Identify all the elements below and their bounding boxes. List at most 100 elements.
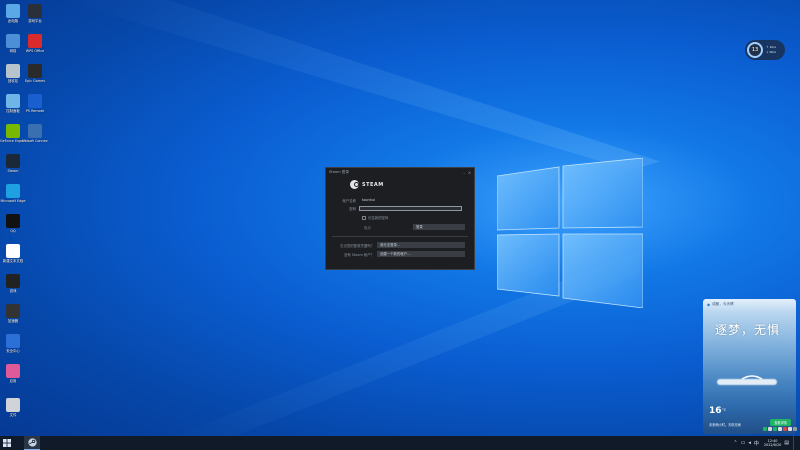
desktop-icon-label: 加速器 [7,319,19,323]
notification-icon[interactable]: ▤ [784,440,789,446]
desktop-icon-label: 游戏 [9,289,17,293]
light-beam-upper [60,0,660,170]
desktop-icon[interactable]: 文件 [0,398,26,417]
desktop-icon-label: 安全中心 [6,349,20,353]
app-icon-3[interactable] [778,427,782,431]
windows-start-icon [3,439,11,447]
desktop-icon[interactable]: QQ [0,214,26,233]
desktop-icon[interactable]: 加速器 [0,304,26,323]
hang-glider-icon [741,375,763,380]
remember-row[interactable]: 记住我的密码 [362,215,388,220]
desktop-icon[interactable]: Microsoft Edge [0,184,26,203]
minimize-icon[interactable]: – [463,171,465,175]
start-button[interactable] [0,436,14,450]
taskbar-spacer [14,436,24,450]
forgot-row: 忘记您的登录凭据吗？ 我无法登录... [326,242,465,248]
no-account-label: 没有 Steam 帐户？ [343,252,374,257]
app-icon-6[interactable] [793,427,797,431]
desktop-icon[interactable]: 安全中心 [0,334,26,353]
widget-header: ◆ 成都，今天晴 [707,302,734,307]
dialog-title: Steam 登录 [329,170,349,174]
qq-icon [6,214,20,228]
floating-tray-icons [763,427,798,431]
wechat-icon[interactable] [763,427,767,431]
network-icon[interactable]: ▭ [741,440,746,446]
recycle-bin-icon [6,64,20,78]
desktop-icon[interactable]: Epic Games [22,64,48,83]
ime-icon[interactable]: 中 [754,440,759,447]
network-speed-widget[interactable]: 13 ↑ 1K/s ↓ 0K/s [745,40,785,60]
desktop-icon-label: PS Remote [25,109,45,113]
dialog-titlebar[interactable]: Steam 登录 – ✕ [326,168,474,177]
volume-icon[interactable]: ◂ [748,440,751,446]
epic-icon [28,64,42,78]
clock[interactable]: 12:40 2022/6/20 [764,439,781,448]
cant-sign-in-button[interactable]: 我无法登录... [377,242,465,248]
desktop-icon[interactable]: 应用 [0,364,26,383]
widget-headline: 逐梦，无惧 [715,323,781,337]
desktop-icon-label: QQ [10,229,16,233]
show-desktop-button[interactable] [793,436,796,450]
ubisoft-icon [28,124,42,138]
widget-details-button[interactable]: 查看详情 [770,419,791,426]
edge-icon [6,184,20,198]
desktop-icon-label: Epic Games [24,79,46,83]
widget-location: 成都，今天晴 [712,302,734,306]
weather-widget[interactable]: ◆ 成都，今天晴 逐梦，无惧 16 °C 未来两小时，天晴无雨 查看详情 [703,299,796,434]
chevron-up-icon[interactable]: ⌃ [733,440,737,446]
text-doc-icon [6,244,20,258]
login-button[interactable]: 登录 [413,224,465,230]
desktop-icon[interactable]: WPS Office [22,34,48,53]
steam-brand: STEAM [350,180,384,189]
accelerator-icon [6,304,20,318]
system-tray: ⌃ ▭ ◂ 中 12:40 2022/6/20 ▤ [730,436,800,450]
app-icon-1[interactable] [768,427,772,431]
taskbar: ⌃ ▭ ◂ 中 12:40 2022/6/20 ▤ [0,436,800,450]
account-row: 帐户名称 toonhui [326,198,462,203]
widget-description: 未来两小时，天晴无雨 [709,423,741,427]
network-icon [6,34,20,48]
desktop-icon[interactable]: Steam [0,154,26,173]
account-name-field[interactable]: toonhui [359,198,462,203]
app-icon-2[interactable] [773,427,777,431]
desktop-icon[interactable]: 游戏平台 [22,4,48,23]
remember-label: 记住我的密码 [368,216,389,220]
password-label: 密码 [349,207,356,211]
desktop-icon-label: 应用 [9,379,17,383]
monitor-icon [6,4,20,18]
steam-login-dialog: Steam 登录 – ✕ STEAM 帐户名称 toonhui 密码 记住我的密码… [325,167,475,270]
desktop-icon-label: Microsoft Edge [0,199,26,203]
create-account-button[interactable]: 创建一个新的帐户... [377,251,465,257]
nvidia-icon [6,124,20,138]
desktop-icon-label: Steam [7,169,19,173]
playstation-icon [28,94,42,108]
download-speed: ↓ 0K/s [766,50,776,54]
remember-checkbox[interactable] [362,215,366,220]
login-actions: 取消 登录 [362,224,465,230]
app-icon-4[interactable] [783,427,787,431]
desktop-icon-label: WPS Office [25,49,45,53]
close-icon[interactable]: ✕ [468,171,471,175]
wps-icon [28,34,42,48]
widget-temperature-unit: °C [722,408,727,412]
file-icon [6,398,20,412]
desktop-icon[interactable]: PS Remote [22,94,48,113]
taskbar-steam-button[interactable] [24,436,40,450]
game-icon [6,274,20,288]
clock-date: 2022/6/20 [763,443,782,447]
password-row: 密码 [326,206,462,211]
desktop-icon-label: 新建文本文档 [2,259,24,263]
colorful-app-icon [6,364,20,378]
cancel-button[interactable]: 取消 [362,225,413,230]
steam-icon [6,154,20,168]
desktop-icon[interactable]: Ubisoft Connect [22,124,48,143]
desktop-icon[interactable]: 新建文本文档 [0,244,26,263]
account-label: 帐户名称 [342,199,356,203]
app-icon-5[interactable] [788,427,792,431]
desktop-icon[interactable]: 游戏 [0,274,26,293]
forgot-label: 忘记您的登录凭据吗？ [340,243,374,248]
desktop-icon-label: 文件 [9,413,17,417]
temperature-ring: 13 [747,42,763,58]
desktop-icon-label: Ubisoft Connect [22,139,48,143]
password-field[interactable] [359,206,462,211]
